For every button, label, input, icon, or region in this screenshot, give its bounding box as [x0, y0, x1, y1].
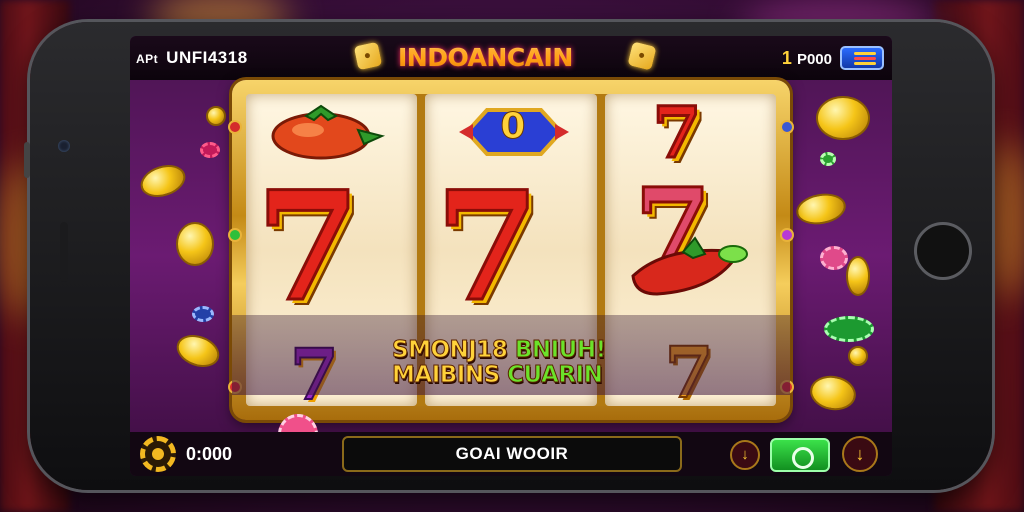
- tomato-fruit-icon: [271, 104, 386, 160]
- menu-line: [854, 62, 876, 65]
- credit-display: 0:000: [186, 444, 233, 464]
- seven-symbol: 7: [254, 159, 361, 335]
- dice-icon: [627, 41, 657, 71]
- zero-label: 0: [500, 106, 526, 148]
- coin-icon: [136, 159, 190, 203]
- slot-machine-frame: 7 7 0 7 7 7: [228, 80, 794, 420]
- player-id: APt UNFI4318: [136, 48, 248, 68]
- win-line-1-green: BNIUH!: [514, 337, 606, 363]
- gear-icon[interactable]: [140, 436, 176, 472]
- chip-icon: [200, 142, 220, 158]
- win-banner-text: SMONJ18 BNIUH! MAIBINS CUARIN: [391, 337, 607, 388]
- chili-pepper-icon: [631, 236, 748, 296]
- win-line-1-yellow: SMONJ18: [392, 337, 515, 363]
- win-line-2-yellow: MAIBINS: [391, 362, 508, 388]
- coin-icon: [172, 329, 224, 373]
- game-screen: APt UNFI4318 INDOANCAIN 1 P000 7 0 7 7 7…: [130, 36, 892, 476]
- camera-icon: [58, 140, 70, 152]
- phone-device: APt UNFI4318 INDOANCAIN 1 P000 7 0 7 7 7…: [24, 22, 992, 490]
- win-line-2-green: CUARIN: [507, 362, 604, 388]
- speaker-grille: [60, 222, 68, 282]
- chip-icon: [820, 246, 848, 270]
- coin-icon: [206, 106, 226, 126]
- coin-icon: [846, 256, 870, 296]
- chevron-icon[interactable]: ↓: [842, 436, 878, 472]
- menu-icon[interactable]: [840, 46, 884, 70]
- chip-icon: [824, 316, 874, 342]
- coin-icon: [848, 346, 868, 366]
- gem-decoration: [228, 228, 242, 242]
- volume-button: [24, 142, 30, 178]
- gem-decoration: [228, 120, 242, 134]
- balance-display: 1 P000: [782, 48, 832, 69]
- gem-decoration: [780, 120, 794, 134]
- coin-icon: [793, 189, 849, 229]
- menu-line: [854, 57, 876, 60]
- coin-icon: [176, 222, 214, 266]
- seven-symbol-small: 7: [651, 94, 703, 174]
- balance-value: 1: [781, 48, 792, 68]
- bet-field[interactable]: GOAI WOOIR: [342, 436, 682, 472]
- bottom-bar: 0:000 GOAI WOOIR ↓ ↓: [130, 432, 892, 476]
- win-line-2: MAIBINS CUARIN: [391, 362, 606, 388]
- dice-icon: [353, 41, 383, 71]
- menu-line: [854, 52, 876, 55]
- player-prefix: APt: [136, 52, 159, 66]
- seven-symbol: 7: [434, 159, 541, 335]
- player-name: UNFI4318: [166, 48, 248, 67]
- spin-button[interactable]: [770, 438, 830, 472]
- chip-icon: [192, 306, 214, 322]
- gem-decoration: [780, 228, 794, 242]
- top-bar: APt UNFI4318 INDOANCAIN 1 P000: [130, 36, 892, 80]
- game-logo: INDOANCAIN: [398, 43, 573, 72]
- home-button[interactable]: [914, 222, 972, 280]
- arrow-down-icon[interactable]: ↓: [730, 440, 760, 470]
- balance-suffix: P000: [796, 51, 832, 68]
- coin-icon: [816, 96, 870, 140]
- win-line-1: SMONJ18 BNIUH!: [392, 337, 607, 363]
- coin-icon: [807, 372, 859, 414]
- chip-icon: [820, 152, 836, 166]
